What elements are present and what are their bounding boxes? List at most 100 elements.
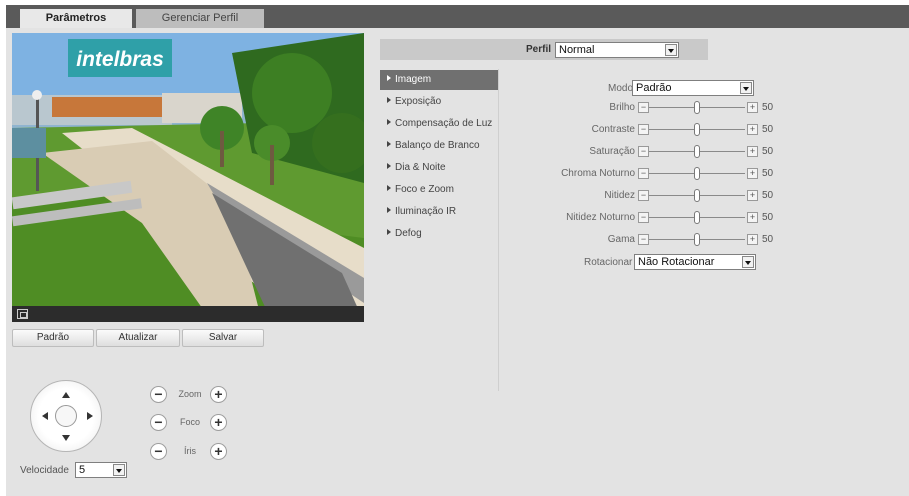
decrease-button[interactable]: − bbox=[638, 190, 649, 201]
iris-plus-button[interactable]: + bbox=[210, 443, 227, 460]
increase-button[interactable]: + bbox=[747, 146, 758, 157]
menu-item-label: Imagem bbox=[395, 74, 432, 85]
save-button[interactable]: Salvar bbox=[182, 329, 264, 347]
mode-select[interactable]: Padrão bbox=[632, 80, 754, 96]
chevron-down-icon bbox=[740, 82, 752, 94]
menu-item-7[interactable]: Iluminação IR bbox=[380, 202, 498, 222]
app-window: Parâmetros Gerenciar Perfil intelbras Pa… bbox=[6, 5, 909, 496]
focus-minus-button[interactable]: − bbox=[150, 414, 167, 431]
menu-item-label: Exposição bbox=[395, 96, 442, 107]
decrease-button[interactable]: − bbox=[638, 212, 649, 223]
chevron-down-icon bbox=[113, 464, 125, 476]
profile-label: Perfil bbox=[526, 44, 552, 55]
speed-value: 5 bbox=[79, 464, 86, 476]
slider-thumb[interactable] bbox=[694, 211, 700, 224]
menu-item-3[interactable]: Compensação de Luz bbox=[380, 114, 498, 134]
slider-thumb[interactable] bbox=[694, 145, 700, 158]
slider-value: 50 bbox=[762, 234, 774, 245]
slider-value: 50 bbox=[762, 124, 774, 135]
slider-row: Saturação − +50 bbox=[551, 145, 781, 159]
profile-value: Normal bbox=[559, 44, 595, 56]
default-button[interactable]: Padrão bbox=[12, 329, 94, 347]
slider-value: 50 bbox=[762, 168, 774, 179]
menu-item-1[interactable]: Imagem bbox=[380, 70, 498, 90]
slider-row: Gama − +50 bbox=[551, 233, 781, 247]
menu-item-4[interactable]: Balanço de Branco bbox=[380, 136, 498, 156]
ptz-direction-pad[interactable] bbox=[30, 380, 102, 452]
slider-label: Nitidez bbox=[604, 190, 635, 201]
slider-label: Brilho bbox=[609, 102, 635, 113]
slider-thumb[interactable] bbox=[694, 123, 700, 136]
caret-right-icon bbox=[387, 163, 391, 170]
slider-thumb[interactable] bbox=[694, 189, 700, 202]
menu-item-label: Foco e Zoom bbox=[395, 184, 454, 195]
menu-item-label: Balanço de Branco bbox=[395, 140, 480, 151]
increase-button[interactable]: + bbox=[747, 102, 758, 113]
ptz-center-button[interactable] bbox=[55, 405, 77, 427]
menu-item-6[interactable]: Foco e Zoom bbox=[380, 180, 498, 200]
focus-plus-button[interactable]: + bbox=[210, 414, 227, 431]
iris-label: Íris bbox=[184, 446, 196, 456]
slider-value: 50 bbox=[762, 146, 774, 157]
slider-value: 50 bbox=[762, 212, 774, 223]
slider-thumb[interactable] bbox=[694, 167, 700, 180]
menu-divider bbox=[498, 69, 499, 391]
caret-right-icon bbox=[387, 75, 391, 82]
slider-label: Gama bbox=[607, 234, 635, 245]
arrow-down-icon[interactable] bbox=[62, 435, 70, 441]
caret-right-icon bbox=[387, 185, 391, 192]
speed-label: Velocidade bbox=[20, 465, 69, 476]
decrease-button[interactable]: − bbox=[638, 102, 649, 113]
slider-row: Chroma Noturno − +50 bbox=[551, 167, 781, 181]
speed-select[interactable]: 5 bbox=[75, 462, 127, 478]
slider-row: Nitidez − +50 bbox=[551, 189, 781, 203]
mode-value: Padrão bbox=[636, 82, 672, 94]
zoom-out-button[interactable]: − bbox=[150, 386, 167, 403]
menu-item-5[interactable]: Dia & Noite bbox=[380, 158, 498, 178]
arrow-left-icon[interactable] bbox=[42, 412, 48, 420]
iris-minus-button[interactable]: − bbox=[150, 443, 167, 460]
tab-bar: Parâmetros Gerenciar Perfil bbox=[6, 5, 909, 28]
slider-label: Contraste bbox=[591, 124, 635, 135]
slider-row: Brilho − +50 bbox=[551, 101, 781, 115]
menu-item-2[interactable]: Exposição bbox=[380, 92, 498, 112]
slider-label: Chroma Noturno bbox=[561, 168, 635, 179]
decrease-button[interactable]: − bbox=[638, 168, 649, 179]
video-toolbar bbox=[12, 306, 364, 322]
decrease-button[interactable]: − bbox=[638, 234, 649, 245]
focus-label: Foco bbox=[179, 417, 200, 427]
slider-thumb[interactable] bbox=[694, 233, 700, 246]
caret-right-icon bbox=[387, 119, 391, 126]
profile-select[interactable]: Normal bbox=[555, 42, 679, 58]
menu-item-label: Defog bbox=[395, 228, 422, 239]
rotate-select[interactable]: Não Rotacionar bbox=[634, 254, 756, 270]
svg-text:intelbras: intelbras bbox=[76, 48, 164, 71]
chevron-down-icon bbox=[742, 256, 754, 268]
decrease-button[interactable]: − bbox=[638, 124, 649, 135]
arrow-right-icon[interactable] bbox=[87, 412, 93, 420]
increase-button[interactable]: + bbox=[747, 234, 758, 245]
slider-label: Saturação bbox=[589, 146, 635, 157]
zoom-in-button[interactable]: + bbox=[210, 386, 227, 403]
menu-item-8[interactable]: Defog bbox=[380, 224, 498, 244]
slider-row: Nitidez Noturno − +50 bbox=[551, 211, 781, 225]
fullscreen-icon[interactable] bbox=[17, 309, 28, 319]
tab-gerenciar-perfil[interactable]: Gerenciar Perfil bbox=[136, 9, 264, 28]
slider-thumb[interactable] bbox=[694, 101, 700, 114]
caret-right-icon bbox=[387, 141, 391, 148]
tab-parametros[interactable]: Parâmetros bbox=[20, 9, 132, 28]
decrease-button[interactable]: − bbox=[638, 146, 649, 157]
menu-item-label: Compensação de Luz bbox=[395, 118, 493, 129]
increase-button[interactable]: + bbox=[747, 190, 758, 201]
slider-value: 50 bbox=[762, 190, 774, 201]
increase-button[interactable]: + bbox=[747, 212, 758, 223]
live-video: intelbras bbox=[12, 33, 364, 322]
slider-label: Nitidez Noturno bbox=[566, 212, 635, 223]
zoom-label: Zoom bbox=[178, 389, 202, 399]
increase-button[interactable]: + bbox=[747, 168, 758, 179]
arrow-up-icon[interactable] bbox=[62, 392, 70, 398]
slider-value: 50 bbox=[762, 102, 774, 113]
refresh-button[interactable]: Atualizar bbox=[96, 329, 180, 347]
rotate-value: Não Rotacionar bbox=[638, 256, 715, 268]
increase-button[interactable]: + bbox=[747, 124, 758, 135]
